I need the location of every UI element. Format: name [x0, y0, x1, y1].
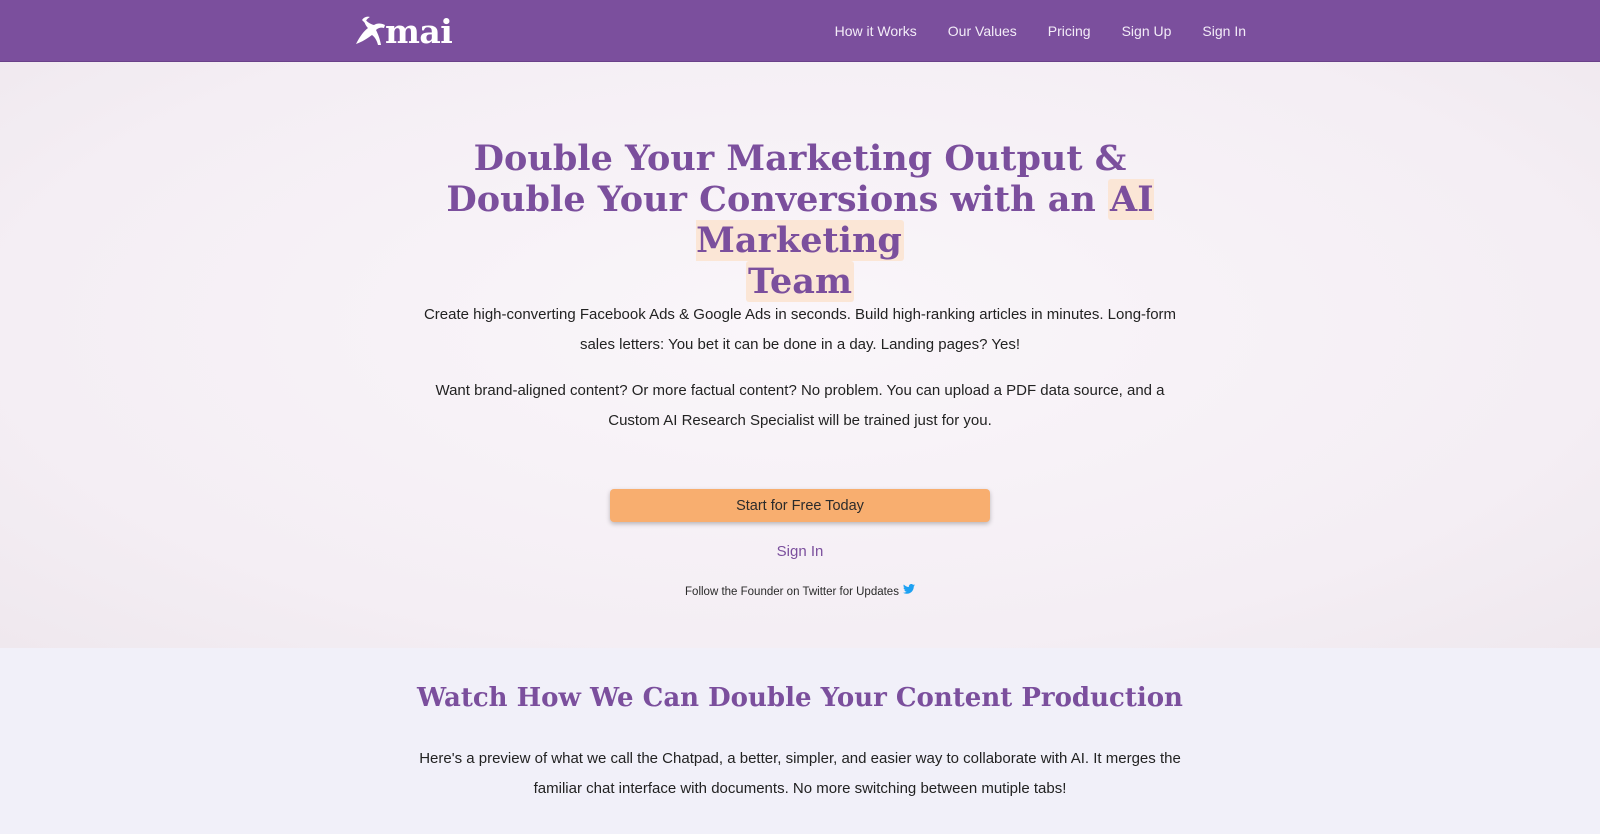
twitter-icon: [902, 584, 915, 594]
nav-our-values-link[interactable]: Our Values: [948, 23, 1017, 39]
hero-paragraph-2: Want brand-aligned content? Or more fact…: [435, 382, 1165, 429]
video-preview-section: Watch How We Can Double Your Content Pro…: [0, 648, 1600, 834]
section-paragraph: Here's a preview of what we call the Cha…: [419, 750, 1181, 797]
hero-title: Double Your Marketing Output & Double Yo…: [430, 138, 1170, 302]
hero-title-text: Double Your Marketing Output & Double Yo…: [446, 138, 1127, 220]
nav-pricing-link[interactable]: Pricing: [1048, 23, 1091, 39]
hero-section: Double Your Marketing Output & Double Yo…: [0, 62, 1600, 648]
hero-title-highlight-2: Team: [745, 261, 854, 302]
nav-sign-in-link[interactable]: Sign In: [1202, 23, 1246, 39]
nav-how-it-works-link[interactable]: How it Works: [835, 23, 917, 39]
hero-paragraph-1: Create high-converting Facebook Ads & Go…: [423, 306, 1177, 353]
twitter-follow[interactable]: Follow the Founder on Twitter for Update…: [0, 584, 1600, 598]
nav-sign-up-link[interactable]: Sign Up: [1122, 23, 1172, 39]
logo-wordmark: mai: [385, 12, 453, 51]
nav-links: How it Works Our Values Pricing Sign Up …: [804, 0, 1246, 62]
section-title: Watch How We Can Double Your Content Pro…: [417, 683, 1183, 713]
brand-logo[interactable]: mai: [354, 12, 453, 51]
hero-sign-in-link[interactable]: Sign In: [0, 543, 1600, 560]
top-navbar: mai How it Works Our Values Pricing Sign…: [0, 0, 1600, 62]
start-free-button[interactable]: Start for Free Today: [610, 489, 990, 522]
pegasus-logo-icon: [356, 16, 385, 45]
twitter-follow-text: Follow the Founder on Twitter for Update…: [685, 586, 899, 598]
